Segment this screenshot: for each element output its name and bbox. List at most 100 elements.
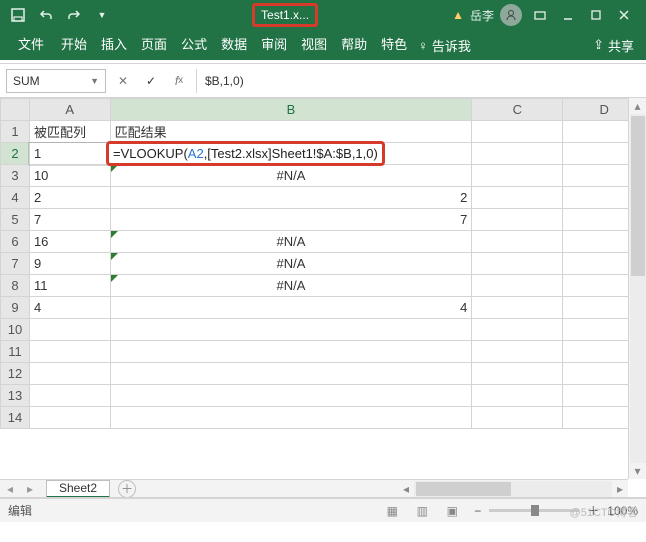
scroll-thumb[interactable]	[416, 482, 511, 496]
cell[interactable]	[472, 385, 563, 407]
vertical-scrollbar[interactable]: ▴ ▾	[628, 98, 646, 479]
cell[interactable]	[472, 341, 563, 363]
cell[interactable]	[472, 319, 563, 341]
cell[interactable]	[472, 363, 563, 385]
row-header[interactable]: 4	[1, 187, 30, 209]
row-header[interactable]: 1	[1, 121, 30, 143]
maximize-button[interactable]	[584, 4, 608, 26]
cell[interactable]	[29, 385, 110, 407]
cell[interactable]: 11	[29, 275, 110, 297]
tab-help[interactable]: 帮助	[334, 30, 374, 60]
cell[interactable]: 16	[29, 231, 110, 253]
sheet-nav-next[interactable]: ▸	[20, 482, 40, 496]
scroll-down-icon[interactable]: ▾	[630, 463, 646, 479]
row-header[interactable]: 14	[1, 407, 30, 429]
row-header[interactable]: 13	[1, 385, 30, 407]
formula-cancel-button[interactable]: ✕	[112, 70, 134, 92]
close-button[interactable]	[612, 4, 636, 26]
zoom-slider[interactable]	[489, 509, 579, 512]
cell[interactable]: 2	[110, 187, 472, 209]
row-header[interactable]: 7	[1, 253, 30, 275]
row-header[interactable]: 6	[1, 231, 30, 253]
row-header[interactable]: 8	[1, 275, 30, 297]
row-header[interactable]: 5	[1, 209, 30, 231]
minimize-button[interactable]	[556, 4, 580, 26]
cell[interactable]	[29, 341, 110, 363]
cell[interactable]: #N/A	[110, 165, 472, 187]
cell[interactable]: 10	[29, 165, 110, 187]
undo-button[interactable]	[34, 4, 58, 26]
tab-special[interactable]: 特色	[374, 30, 414, 60]
row-header[interactable]: 11	[1, 341, 30, 363]
cell[interactable]	[29, 363, 110, 385]
view-pagebreak-icon[interactable]: ▣	[442, 504, 462, 518]
cell-formula-overlay[interactable]: =VLOOKUP(A2,[Test2.xlsx]Sheet1!$A:$B,1,0…	[106, 141, 385, 166]
cell[interactable]	[472, 231, 563, 253]
select-all-corner[interactable]	[1, 99, 30, 121]
col-header-b[interactable]: B	[110, 99, 472, 121]
save-button[interactable]	[6, 4, 30, 26]
sheet-tab-active[interactable]: Sheet2	[46, 480, 110, 498]
share-button[interactable]: ⇪ 共享	[593, 36, 638, 55]
cell[interactable]	[110, 341, 472, 363]
cell[interactable]	[472, 407, 563, 429]
add-sheet-button[interactable]: ＋	[118, 480, 136, 498]
cell[interactable]	[472, 143, 563, 165]
row-header[interactable]: 2	[1, 143, 30, 165]
cell[interactable]	[472, 121, 563, 143]
cell[interactable]	[110, 385, 472, 407]
cell[interactable]	[472, 275, 563, 297]
tab-page-layout[interactable]: 页面	[134, 30, 174, 60]
col-header-c[interactable]: C	[472, 99, 563, 121]
tab-file[interactable]: 文件	[8, 30, 54, 60]
cell[interactable]: #N/A	[110, 275, 472, 297]
cell[interactable]: 4	[110, 297, 472, 319]
view-pagelayout-icon[interactable]: ▥	[412, 504, 432, 518]
tab-home[interactable]: 开始	[54, 30, 94, 60]
insert-function-button[interactable]: fx	[168, 70, 190, 92]
row-header[interactable]: 9	[1, 297, 30, 319]
tab-data[interactable]: 数据	[214, 30, 254, 60]
account-avatar[interactable]	[500, 4, 522, 26]
col-header-a[interactable]: A	[29, 99, 110, 121]
view-normal-icon[interactable]: ▦	[382, 504, 402, 518]
sheet-nav-prev[interactable]: ◂	[0, 482, 20, 496]
scroll-left-icon[interactable]: ◂	[398, 481, 414, 497]
cell[interactable]: 1	[29, 143, 110, 165]
row-header[interactable]: 12	[1, 363, 30, 385]
scroll-thumb[interactable]	[631, 116, 645, 276]
cell[interactable]: 7	[110, 209, 472, 231]
name-box[interactable]: SUM ▼	[6, 69, 106, 93]
cell[interactable]	[110, 363, 472, 385]
cell[interactable]	[29, 319, 110, 341]
zoom-out-button[interactable]: −	[474, 504, 481, 518]
cell[interactable]	[110, 407, 472, 429]
cell[interactable]	[472, 297, 563, 319]
formula-bar[interactable]: $B,1,0)	[196, 69, 640, 93]
row-header[interactable]: 3	[1, 165, 30, 187]
cell[interactable]: 9	[29, 253, 110, 275]
cell[interactable]: 2	[29, 187, 110, 209]
cell[interactable]	[110, 319, 472, 341]
cell[interactable]	[472, 165, 563, 187]
ribbon-options-button[interactable]	[528, 4, 552, 26]
tab-insert[interactable]: 插入	[94, 30, 134, 60]
cell[interactable]	[472, 209, 563, 231]
customize-qa-dropdown[interactable]: ▼	[90, 4, 114, 26]
tell-me-button[interactable]: ♀ 告诉我	[418, 36, 471, 55]
scroll-up-icon[interactable]: ▴	[630, 98, 646, 114]
scroll-right-icon[interactable]: ▸	[612, 481, 628, 497]
cell[interactable]: 匹配结果	[110, 121, 472, 143]
chevron-down-icon[interactable]: ▼	[90, 76, 99, 86]
cell[interactable]: #N/A	[110, 231, 472, 253]
row-header[interactable]: 10	[1, 319, 30, 341]
cell[interactable]: #N/A	[110, 253, 472, 275]
formula-enter-button[interactable]: ✓	[140, 70, 162, 92]
tab-view[interactable]: 视图	[294, 30, 334, 60]
cell[interactable]: 被匹配列	[29, 121, 110, 143]
cell[interactable]	[29, 407, 110, 429]
redo-button[interactable]	[62, 4, 86, 26]
cell[interactable]: 7	[29, 209, 110, 231]
horizontal-scrollbar[interactable]: ◂ ▸	[398, 479, 628, 497]
tab-formulas[interactable]: 公式	[174, 30, 214, 60]
